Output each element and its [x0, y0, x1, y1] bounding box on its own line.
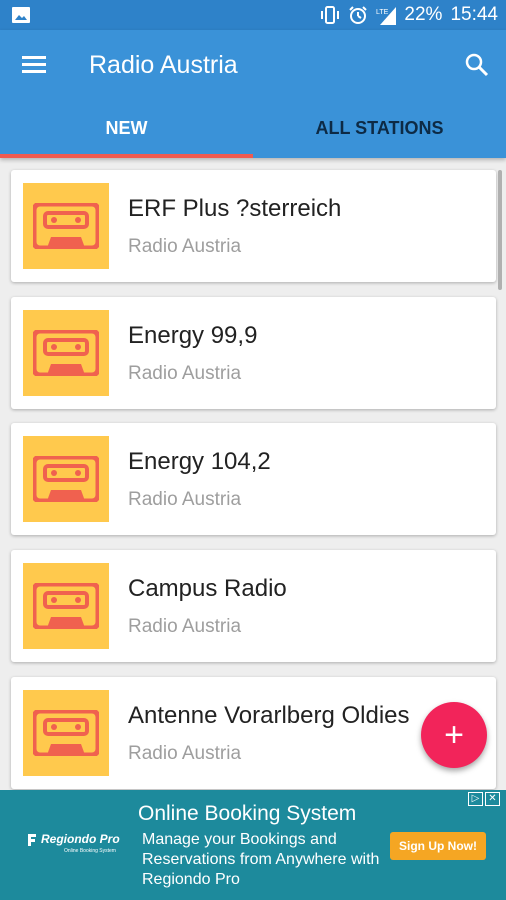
image-icon — [12, 7, 30, 23]
list-scrollbar[interactable] — [498, 170, 502, 290]
ad-title: Online Booking System — [138, 802, 357, 825]
add-fab-button[interactable]: + — [421, 702, 487, 768]
tab-all-stations[interactable]: ALL STATIONS — [253, 108, 506, 158]
station-card[interactable]: Energy 99,9 Radio Austria — [11, 297, 496, 409]
station-card[interactable]: Energy 104,2 Radio Austria — [11, 423, 496, 535]
tab-all-stations-label: ALL STATIONS — [315, 118, 444, 138]
svg-text:LTE: LTE — [376, 9, 389, 16]
cassette-icon — [33, 710, 99, 756]
ad-brand-name: Regiondo Pro — [41, 832, 120, 846]
station-subtitle: Radio Austria — [128, 363, 242, 384]
ad-body: Manage your Bookings and Reservations fr… — [142, 831, 380, 888]
station-thumbnail — [23, 436, 109, 522]
station-subtitle: Radio Austria — [128, 616, 242, 637]
station-name: Energy 99,9 — [128, 322, 258, 349]
station-card[interactable]: Campus Radio Radio Austria — [11, 550, 496, 662]
ad-brand-sub: Online Booking System — [64, 847, 116, 854]
tab-indicator — [0, 154, 253, 158]
status-bar: LTE 22% 15:44 — [0, 0, 506, 30]
station-list[interactable]: ERF Plus ?sterreich Radio Austria Energy… — [0, 158, 506, 790]
plus-icon: + — [444, 715, 464, 754]
station-subtitle: Radio Austria — [128, 743, 242, 764]
cassette-icon — [33, 330, 99, 376]
vibrate-icon — [321, 6, 340, 24]
ad-brand-logo: Regiondo Pro Online Booking System — [26, 832, 120, 854]
station-subtitle: Radio Austria — [128, 236, 242, 257]
tab-new[interactable]: NEW — [0, 108, 253, 158]
station-name: Energy 104,2 — [128, 448, 271, 475]
app-title: Radio Austria — [89, 51, 238, 79]
station-subtitle: Radio Austria — [128, 489, 242, 510]
battery-percent: 22% — [404, 4, 443, 25]
ad-info-icon[interactable]: ▷ — [468, 792, 483, 806]
regiondo-logo-icon — [28, 833, 36, 846]
station-name: Antenne Vorarlberg Oldies — [128, 702, 410, 729]
ad-choices[interactable]: ▷ ✕ — [468, 792, 502, 806]
lte-icon: LTE — [376, 7, 397, 25]
station-thumbnail — [23, 183, 109, 269]
search-icon[interactable] — [462, 50, 492, 80]
station-card[interactable]: ERF Plus ?sterreich Radio Austria — [11, 170, 496, 282]
tab-bar: NEW ALL STATIONS — [0, 108, 506, 158]
app-bar: Radio Austria NEW ALL STATIONS — [0, 30, 506, 158]
ad-signup-button[interactable]: Sign Up Now! — [390, 832, 486, 860]
cassette-icon — [33, 583, 99, 629]
station-name: ERF Plus ?sterreich — [128, 195, 342, 222]
alarm-icon — [349, 6, 368, 24]
ad-close-icon[interactable]: ✕ — [485, 792, 500, 806]
station-name: Campus Radio — [128, 575, 287, 602]
menu-icon[interactable] — [18, 50, 52, 80]
station-thumbnail — [23, 690, 109, 776]
clock: 15:44 — [450, 4, 498, 25]
cassette-icon — [33, 456, 99, 502]
ad-banner[interactable]: ▷ ✕ Regiondo Pro Online Booking System O… — [0, 790, 506, 900]
cassette-icon — [33, 203, 99, 249]
station-thumbnail — [23, 310, 109, 396]
tab-new-label: NEW — [105, 118, 148, 138]
station-thumbnail — [23, 563, 109, 649]
